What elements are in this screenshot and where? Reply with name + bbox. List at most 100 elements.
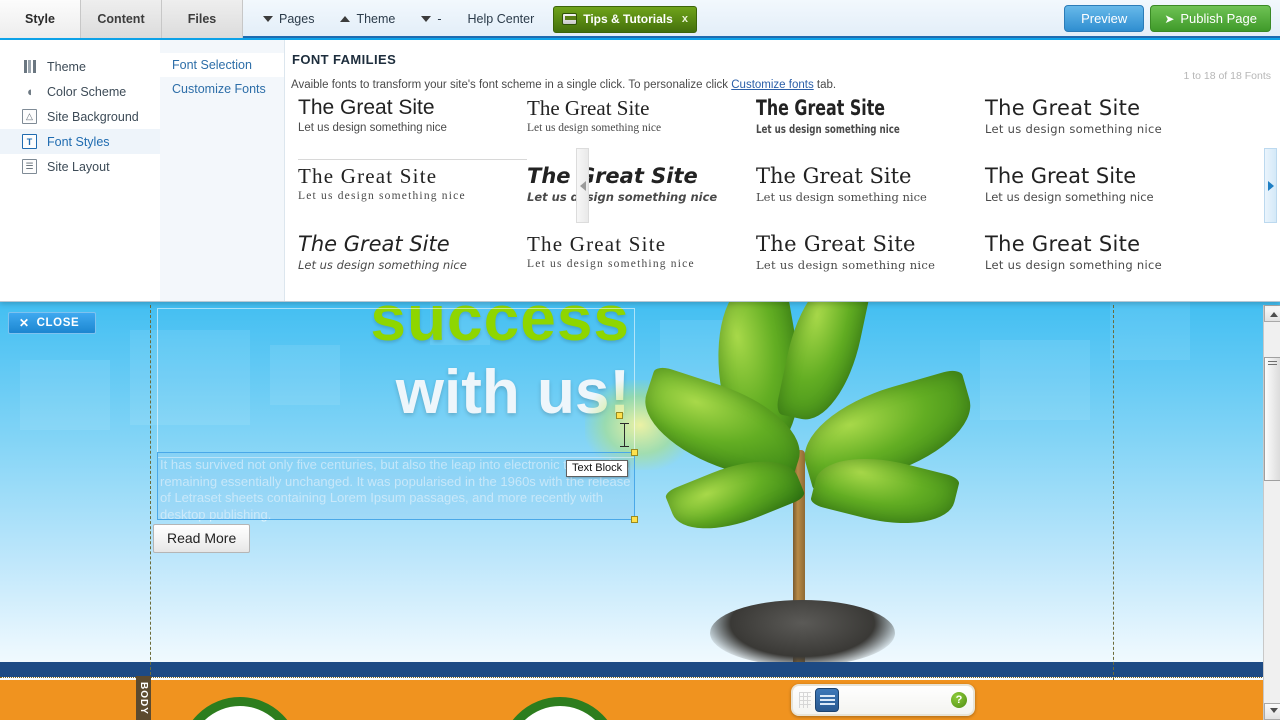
font-sample-title: The Great Site: [298, 96, 435, 119]
image-icon: △: [22, 109, 37, 124]
style-panel: Theme ◖ Color Scheme △ Site Background T…: [0, 40, 1280, 302]
font-family-option[interactable]: The Great Site Let us design something ni…: [985, 92, 1214, 160]
font-family-option[interactable]: The Great Site Let us design something ni…: [527, 228, 756, 296]
read-more-button[interactable]: Read More: [153, 524, 251, 553]
top-actions: Preview ➤ Publish Page: [1064, 5, 1271, 32]
font-sample-title: The Great Site: [985, 96, 1141, 120]
resize-handle[interactable]: [631, 516, 638, 523]
font-sample-subtitle: Let us design something nice: [756, 190, 927, 204]
font-sample-subtitle: Let us design something nice: [985, 122, 1163, 136]
sidebar-item-label: Site Background: [47, 109, 139, 124]
top-menus: Pages Theme - Help Center Tips & Tutoria…: [250, 0, 697, 38]
panel-description: Avaible fonts to transform your site's f…: [291, 79, 1280, 91]
menu-pages-label: Pages: [279, 12, 315, 26]
drag-handle-icon[interactable]: [799, 692, 811, 708]
font-sample-title: The Great Site: [756, 232, 916, 256]
panel-content: FONT FAMILIES Avaible fonts to transform…: [285, 40, 1280, 301]
font-family-option[interactable]: The Great SiteLet us design something ni…: [985, 228, 1214, 296]
font-family-option[interactable]: The Great SiteLet us design something ni…: [527, 296, 756, 301]
tab-files[interactable]: Files: [162, 0, 243, 38]
font-grid-next-button[interactable]: [1264, 148, 1277, 223]
close-panel-button[interactable]: ✕ CLOSE: [8, 312, 96, 334]
text-cursor: [620, 423, 629, 447]
subnav-font-selection[interactable]: Font Selection: [160, 53, 284, 77]
menu-theme[interactable]: Theme: [327, 0, 408, 38]
sidebar-item-site-background[interactable]: △ Site Background: [0, 104, 160, 129]
font-family-option[interactable]: The Great SiteLet us design something ni…: [985, 160, 1214, 228]
help-icon[interactable]: ?: [951, 692, 967, 708]
font-sample-title: The Great Site: [985, 232, 1141, 256]
sidebar-item-label: Site Layout: [47, 159, 110, 174]
font-family-option[interactable]: The Great SiteLet us design something ni…: [298, 160, 527, 228]
font-family-option[interactable]: The Great SiteLet us design something ni…: [527, 92, 756, 160]
subnav-customize-fonts[interactable]: Customize Fonts: [160, 77, 284, 101]
font-sample-subtitle: Let us design something nice: [527, 190, 718, 204]
font-sample-subtitle: Let us design something nice: [756, 122, 900, 136]
sidebar-item-color-scheme[interactable]: ◖ Color Scheme: [0, 79, 160, 104]
menu-help-center[interactable]: Help Center: [455, 0, 548, 38]
font-sample-subtitle: Let us design something nice: [527, 122, 662, 134]
sidebar-item-theme[interactable]: Theme: [0, 54, 160, 79]
font-sample-title: The Great Site: [298, 232, 450, 256]
font-family-option[interactable]: The Great SiteLet us design something ni…: [756, 228, 985, 296]
customize-fonts-link[interactable]: Customize fonts: [731, 79, 813, 91]
close-icon: ✕: [19, 316, 30, 330]
font-family-option[interactable]: The Great Site Let us design something ni…: [298, 92, 527, 160]
panel-subnav: Font Selection Customize Fonts: [160, 40, 285, 301]
text-block-icon[interactable]: [815, 688, 839, 712]
panel-nav: Theme ◖ Color Scheme △ Site Background T…: [0, 40, 160, 301]
resize-handle[interactable]: [631, 449, 638, 456]
site-footer-band: [0, 680, 1280, 720]
font-sample-subtitle: Let us design something nice: [527, 258, 695, 270]
font-family-option[interactable]: The Great SiteLet us design something ni…: [756, 296, 985, 301]
font-sample-title: The Great Site: [756, 299, 985, 301]
tips-close-icon[interactable]: x: [679, 13, 688, 25]
font-family-option[interactable]: The Great Site Let us design something ni…: [298, 228, 527, 296]
font-sample-title: The Great Site: [298, 164, 438, 188]
preview-button[interactable]: Preview: [1064, 5, 1145, 32]
menu-theme-label: Theme: [356, 12, 396, 26]
font-family-option[interactable]: The Great SiteLet us design something ni…: [527, 160, 756, 228]
font-sample-title: The Great Site: [527, 232, 667, 256]
plant-soil: [710, 600, 895, 666]
font-families-grid: The Great Site Let us design something ni…: [298, 92, 1264, 301]
text-block-selection[interactable]: [157, 449, 638, 523]
layout-icon: ☰: [22, 159, 37, 174]
tips-and-tutorials-button[interactable]: Tips & Tutorials x: [553, 5, 697, 33]
scroll-down-button[interactable]: [1264, 703, 1280, 720]
scrollbar-grip: [1268, 361, 1277, 367]
chevron-up-icon: [340, 16, 351, 22]
close-label: CLOSE: [36, 317, 80, 329]
font-grid-rows: The Great Site Let us design something ni…: [298, 92, 1264, 301]
body-region-tag[interactable]: BODY: [136, 676, 151, 720]
scroll-up-button[interactable]: [1264, 305, 1280, 322]
publish-page-button[interactable]: ➤ Publish Page: [1150, 5, 1271, 32]
guide-line-left: [150, 305, 151, 680]
vertical-scrollbar[interactable]: [1263, 305, 1280, 720]
sidebar-item-font-styles[interactable]: T Font Styles: [0, 129, 160, 154]
widget-toolbar[interactable]: ?: [791, 684, 975, 716]
font-sample-subtitle: Let us design something nice: [298, 258, 467, 272]
desc-after: tab.: [813, 79, 837, 91]
tab-content[interactable]: Content: [81, 0, 162, 38]
font-family-option[interactable]: The Great SiteLet us design something ni…: [298, 296, 527, 301]
chevron-down-icon: [421, 16, 432, 22]
sidebar-item-site-layout[interactable]: ☰ Site Layout: [0, 154, 160, 179]
font-family-option[interactable]: The Great SiteLet us design something ni…: [756, 160, 985, 228]
guide-line-bottom: [0, 677, 1280, 678]
menu-help-center-label: Help Center: [467, 12, 535, 26]
tab-style[interactable]: Style: [0, 0, 81, 38]
tips-icon: [562, 13, 578, 25]
font-family-option[interactable]: The Great SiteLet us design something ni…: [756, 92, 985, 160]
tips-label: Tips & Tutorials: [583, 12, 673, 26]
publish-arrow-icon: ➤: [1164, 11, 1175, 26]
menu-more[interactable]: -: [408, 0, 454, 38]
text-block-tooltip: Text Block: [566, 460, 629, 477]
resize-handle[interactable]: [616, 412, 623, 419]
font-count-label: 1 to 18 of 18 Fonts: [1183, 70, 1271, 82]
font-sample-subtitle: Let us design something nice: [298, 122, 447, 134]
font-grid-prev-button[interactable]: [576, 148, 589, 223]
scrollbar-thumb[interactable]: [1264, 357, 1280, 481]
hero-selection-box[interactable]: [157, 308, 635, 458]
menu-pages[interactable]: Pages: [250, 0, 327, 38]
